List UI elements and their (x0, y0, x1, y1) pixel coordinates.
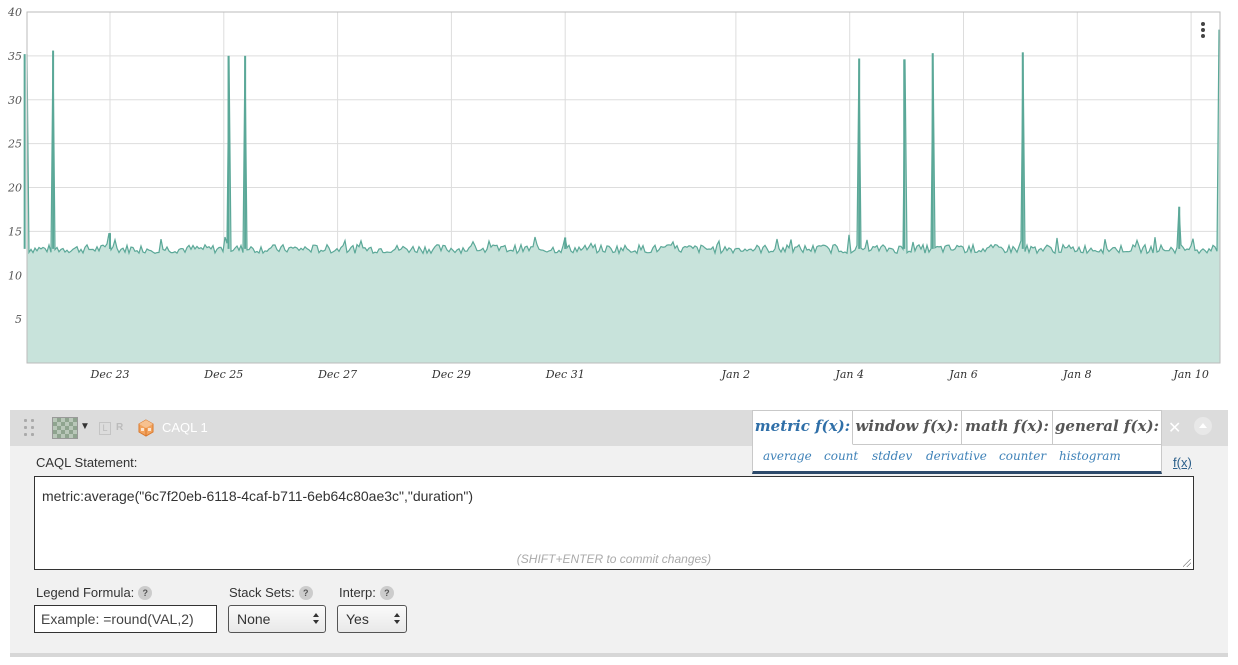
x-tick-label: Dec 29 (431, 368, 471, 381)
fx-item-count[interactable]: count (824, 449, 858, 463)
fx-toggle-link[interactable]: f(x) (1173, 455, 1192, 470)
left-axis-toggle[interactable]: L (99, 422, 111, 435)
tab-window-fx[interactable]: window f(x): (853, 411, 962, 445)
panel-bottom-border (10, 653, 1228, 657)
right-axis-toggle[interactable]: R (116, 422, 123, 433)
y-tick-label: 20 (7, 182, 22, 195)
x-tick-label: Jan 6 (947, 368, 978, 381)
caql-statement-text[interactable]: metric:average("6c7f20eb-6118-4caf-b711-… (42, 488, 473, 504)
stack-help-icon[interactable]: ? (298, 586, 313, 600)
fx-item-counter[interactable]: counter (999, 449, 1046, 463)
y-tick-label: 35 (8, 50, 22, 63)
x-tick-label: Jan 2 (720, 368, 751, 381)
x-tick-label: Jan 4 (833, 368, 864, 381)
chart-area: 5 10 15 20 25 30 35 40 Dec 23 Dec 25 Dec 27 Dec 29… (0, 0, 1238, 395)
x-axis-ticks: Dec 23 Dec 25 Dec 27 Dec 29 Dec 31 Jan 2 Jan 4… (90, 368, 1209, 381)
y-tick-label: 10 (8, 269, 22, 282)
x-tick-label: Dec 25 (203, 368, 243, 381)
caql-statement-label: CAQL Statement: (36, 455, 138, 470)
datapoint-editor-panel: ▼ L R CAQL 1 ✕ metric f(x): window f(x):… (10, 410, 1228, 655)
select-arrows-icon (394, 612, 401, 626)
more-options-icon[interactable] (1196, 22, 1210, 42)
series-name-label[interactable]: CAQL 1 (162, 420, 208, 435)
tab-metric-fx[interactable]: metric f(x): (753, 411, 853, 445)
stack-sets-label-text: Stack Sets: (229, 585, 295, 600)
caql-cube-icon (138, 419, 154, 437)
tab-math-fx[interactable]: math f(x): (962, 411, 1053, 445)
x-tick-label: Jan 8 (1061, 368, 1092, 381)
y-axis-ticks: 5 10 15 20 25 30 35 40 (7, 6, 22, 326)
collapse-up-icon[interactable] (1194, 417, 1212, 435)
function-menu: metric f(x): window f(x): math f(x): gen… (752, 410, 1162, 474)
drag-handle-icon[interactable] (24, 419, 38, 437)
legend-formula-label: Legend Formula:? (36, 585, 153, 600)
resize-grip-icon[interactable] (1183, 559, 1191, 567)
interp-help-icon[interactable]: ? (379, 586, 394, 600)
interp-value: Yes (346, 611, 369, 627)
fx-item-histogram[interactable]: histogram (1059, 449, 1121, 463)
legend-help-icon[interactable]: ? (138, 586, 153, 600)
interp-label: Interp:? (339, 585, 394, 600)
fx-item-derivative[interactable]: derivative (926, 449, 987, 463)
select-arrows-icon (313, 612, 320, 626)
x-tick-label: Dec 23 (90, 368, 130, 381)
stack-sets-label: Stack Sets:? (229, 585, 313, 600)
color-dropdown-caret-icon[interactable]: ▼ (80, 421, 90, 432)
caql-statement-textarea[interactable]: metric:average("6c7f20eb-6118-4caf-b711-… (34, 476, 1194, 570)
y-tick-label: 30 (8, 94, 22, 107)
legend-formula-input[interactable]: Example: =round(VAL,2) (34, 605, 217, 633)
x-tick-label: Jan 10 (1171, 368, 1209, 381)
time-series-chart: 5 10 15 20 25 30 35 40 Dec 23 Dec 25 Dec 27 Dec 29… (7, 6, 1221, 381)
fx-item-stddev[interactable]: stddev (872, 449, 912, 463)
y-tick-label: 15 (8, 225, 22, 238)
y-tick-label: 5 (15, 313, 22, 326)
stack-sets-select[interactable]: None (228, 605, 326, 633)
y-tick-label: 40 (7, 6, 22, 19)
interp-label-text: Interp: (339, 585, 376, 600)
tab-general-fx[interactable]: general f(x): (1053, 411, 1161, 445)
interp-select[interactable]: Yes (337, 605, 407, 633)
x-tick-label: Dec 31 (545, 368, 585, 381)
stack-sets-value: None (237, 611, 271, 627)
commit-hint: (SHIFT+ENTER to commit changes) (516, 552, 712, 566)
series-color-swatch[interactable] (52, 417, 78, 439)
y-tick-label: 25 (7, 138, 22, 151)
x-tick-label: Dec 27 (317, 368, 357, 381)
remove-datapoint-icon[interactable]: ✕ (1168, 418, 1181, 438)
fx-item-average[interactable]: average (763, 449, 812, 463)
legend-formula-label-text: Legend Formula: (36, 585, 135, 600)
